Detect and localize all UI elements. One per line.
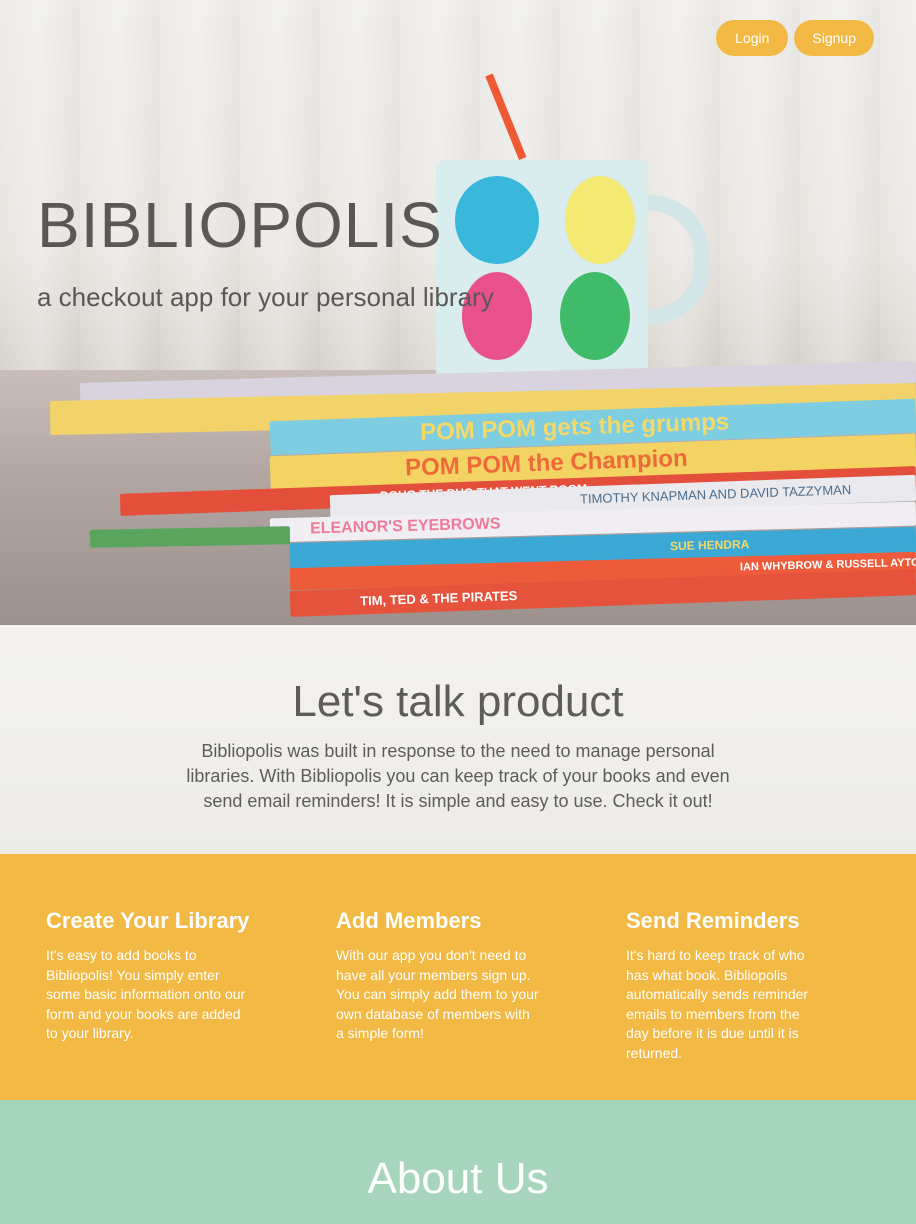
login-button[interactable]: Login [716, 20, 789, 56]
mug-face-yellow [565, 176, 635, 264]
feature-description: It's easy to add books to Bibliopolis! Y… [46, 947, 246, 1042]
feature-add-members: Add Members With our app you don't need … [336, 908, 541, 1044]
feature-title: Send Reminders [626, 908, 800, 933]
about-title: About Us [367, 1154, 549, 1203]
book-spine [89, 526, 291, 548]
feature-create-library: Create Your Library It's easy to add boo… [46, 908, 251, 1044]
product-title: Let's talk product [292, 677, 624, 726]
feature-send-reminders: Send Reminders It's hard to keep track o… [626, 908, 821, 1064]
mug-face-blue [455, 176, 539, 264]
brand-title: BIBLIOPOLIS [37, 189, 443, 261]
product-description: Bibliopolis was built in response to the… [186, 741, 730, 811]
mug-face-green [560, 272, 630, 360]
top-nav: Login Signup [716, 20, 874, 56]
product-section: Let's talk product Bibliopolis was built… [0, 625, 916, 854]
feature-title: Create Your Library [46, 908, 250, 933]
features-section: Create Your Library It's easy to add boo… [0, 854, 916, 1100]
hero-section: POM POM gets the grumps POM POM the Cham… [0, 0, 916, 625]
feature-description: With our app you don't need to have all … [336, 947, 539, 1042]
brand-tagline: a checkout app for your personal library [37, 282, 494, 312]
about-section: About Us [0, 1100, 916, 1224]
feature-description: It's hard to keep track of who has what … [626, 947, 809, 1061]
signup-button[interactable]: Signup [794, 20, 874, 56]
feature-title: Add Members [336, 908, 482, 933]
